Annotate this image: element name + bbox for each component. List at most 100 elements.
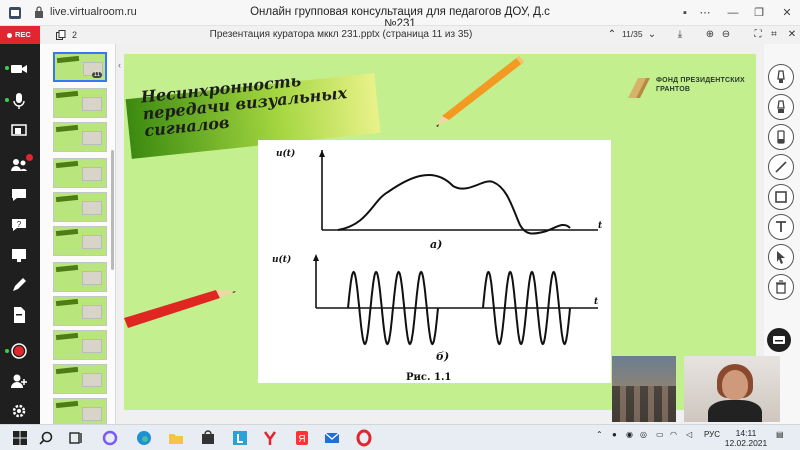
slide-thumbnail[interactable] <box>53 262 107 292</box>
minimize-button[interactable]: — <box>724 4 742 22</box>
prev-page-icon[interactable]: ⌃ <box>604 27 620 43</box>
eraser-icon <box>777 130 785 144</box>
invite-button[interactable] <box>8 370 30 392</box>
settings-button[interactable] <box>8 400 30 422</box>
more-icon[interactable]: ⋯ <box>696 4 714 22</box>
rectangle-tool-button[interactable] <box>768 184 794 210</box>
presentation-button[interactable] <box>8 244 30 266</box>
clock[interactable]: 14:11 12.02.2021 <box>724 428 768 448</box>
file-explorer-button[interactable] <box>166 428 186 448</box>
signal-curve-a <box>337 174 571 235</box>
marker-tool-button[interactable] <box>768 64 794 90</box>
zoom-in-icon[interactable]: ⊕ <box>702 27 718 43</box>
taskbar: Я ⌃ ● ◉ ◎ ▭ ◠ ◁ РУС 14:11 12.02.2021 ▤ <box>0 424 800 450</box>
tray-overflow-icon[interactable]: ⌃ <box>596 430 603 439</box>
t-label-a: t <box>598 221 603 231</box>
mail-icon <box>324 432 340 443</box>
thumbnail-banner <box>55 366 79 375</box>
volume-icon[interactable]: ◁ <box>686 430 692 439</box>
crop-icon[interactable]: ⌗ <box>766 27 782 43</box>
notifications-icon[interactable]: ▤ <box>776 430 784 439</box>
yandex-browser-button[interactable] <box>260 428 280 448</box>
task-view-button[interactable] <box>66 428 86 448</box>
opera-button[interactable] <box>354 428 374 448</box>
collapse-left-icon[interactable]: ‹ <box>118 60 121 70</box>
video-tile-speaker[interactable] <box>684 356 780 422</box>
draw-button[interactable] <box>8 274 30 296</box>
cortana-icon <box>102 430 118 446</box>
slide-thumbnail[interactable] <box>53 226 107 256</box>
monitor-icon <box>12 249 26 262</box>
eraser-tool-button[interactable] <box>768 124 794 150</box>
mail-button[interactable] <box>322 428 342 448</box>
thumbnail-banner <box>55 298 79 307</box>
camera-toggle-button[interactable] <box>8 58 30 80</box>
slide-thumbnail[interactable] <box>53 296 107 326</box>
maximize-button[interactable]: ❐ <box>750 4 768 22</box>
slide-thumbnail[interactable] <box>53 364 107 394</box>
text-tool-button[interactable] <box>768 214 794 240</box>
line-tool-button[interactable] <box>768 154 794 180</box>
download-icon[interactable]: ⤓ <box>672 27 688 43</box>
l-app-button[interactable] <box>230 428 250 448</box>
camera-icon[interactable]: ▪ <box>676 4 694 22</box>
slide-thumbnail[interactable] <box>53 330 107 360</box>
slide-thumbnail[interactable] <box>53 158 107 188</box>
windows-icon <box>13 431 27 445</box>
chat-button[interactable] <box>8 184 30 206</box>
slide-thumbnail[interactable] <box>53 192 107 222</box>
video-camera-icon <box>11 65 27 73</box>
cortana-button[interactable] <box>100 428 120 448</box>
question-button[interactable]: ? <box>8 214 30 236</box>
pointer-tool-button[interactable] <box>768 244 794 270</box>
record-button[interactable] <box>8 340 30 362</box>
open-chat-button[interactable] <box>767 328 791 352</box>
slide-thumbnail[interactable] <box>53 122 107 152</box>
documents-button[interactable] <box>8 304 30 326</box>
network-icon[interactable]: ◠ <box>670 430 677 439</box>
clear-tool-button[interactable] <box>768 274 794 300</box>
signal-figure: u(t) t а) u(t) t б) Рис. 1.1 <box>258 140 611 383</box>
close-presentation-icon[interactable]: ✕ <box>784 27 800 43</box>
tray-app-icon[interactable]: ◎ <box>640 430 647 439</box>
status-dot <box>5 349 9 353</box>
thumbnail-image <box>82 271 102 285</box>
thumbnail-image <box>82 201 102 215</box>
thumbnail-banner <box>55 160 79 169</box>
store-button[interactable] <box>198 428 218 448</box>
page-indicator[interactable]: 11/35 <box>622 29 643 39</box>
fullscreen-icon[interactable]: ⛶ <box>750 27 766 43</box>
figure-caption: Рис. 1.1 <box>406 372 451 383</box>
edge-button[interactable] <box>134 428 154 448</box>
copy-icon[interactable] <box>56 30 66 40</box>
zoom-out-icon[interactable]: ⊖ <box>718 27 734 43</box>
battery-icon[interactable]: ▭ <box>656 430 664 439</box>
rectangle-icon <box>775 191 787 203</box>
lock-icon <box>35 6 43 18</box>
tray-app-icon[interactable]: ◉ <box>626 430 633 439</box>
video-tile-group[interactable] <box>612 356 676 422</box>
thumbnails-header: 2 <box>40 26 120 44</box>
close-button[interactable]: ✕ <box>778 4 796 22</box>
start-button[interactable] <box>10 428 30 448</box>
audience-image <box>612 386 676 422</box>
search-button[interactable] <box>36 428 56 448</box>
fund-logo: ФОНД ПРЕЗИДЕНТСКИХ ГРАНТОВ <box>624 72 754 116</box>
search-icon <box>39 431 53 445</box>
thumbnails-scrollbar[interactable] <box>111 150 114 270</box>
yandex-button[interactable]: Я <box>292 428 312 448</box>
tray-app-icon[interactable]: ● <box>612 430 617 439</box>
language-indicator[interactable]: РУС <box>704 430 720 439</box>
l-app-icon <box>233 431 247 445</box>
slide-thumbnail[interactable]: 11 <box>53 52 107 82</box>
share-screen-button[interactable] <box>8 120 30 142</box>
t-label-b: t <box>594 297 599 307</box>
chat-icon <box>12 189 26 201</box>
highlighter-tool-button[interactable] <box>768 94 794 120</box>
url-text[interactable]: live.virtualroom.ru <box>50 6 137 18</box>
opera-icon <box>356 429 372 447</box>
mic-toggle-button[interactable] <box>8 90 30 112</box>
slide-thumbnail[interactable] <box>53 88 107 118</box>
next-page-icon[interactable]: ⌄ <box>644 27 660 43</box>
thumbnail-image <box>82 167 102 181</box>
